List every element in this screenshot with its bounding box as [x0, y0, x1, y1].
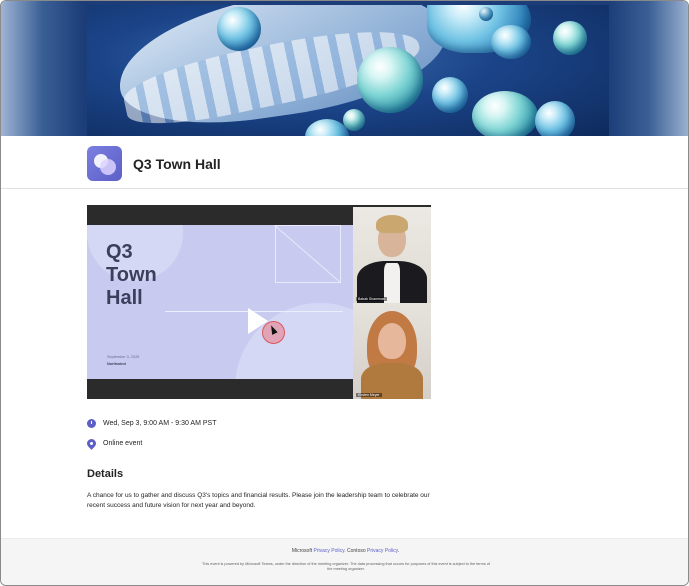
location-pin-icon	[85, 436, 98, 450]
event-banner	[1, 1, 688, 136]
bubble-decoration	[491, 25, 531, 59]
event-video-player[interactable]: Q3 Town Hall September 3, 2025 Northwind…	[87, 205, 431, 399]
presentation-slide: Q3 Town Hall September 3, 2025 Northwind	[87, 225, 353, 379]
slide-org: Northwind	[107, 362, 126, 366]
footer-microsoft-label: Microsoft	[291, 548, 313, 554]
footer-disclaimer: This event is powered by Microsoft Teams…	[202, 562, 490, 571]
bubble-decoration	[217, 7, 261, 51]
event-page: Q3 Town Hall Q3 Town Hall September 3, 2…	[0, 0, 689, 586]
participant-name: Kirsten Meyer	[356, 393, 382, 397]
event-header: Q3 Town Hall	[1, 136, 688, 189]
bubble-decoration	[357, 47, 423, 113]
footer-period: .	[397, 548, 400, 554]
banner-image	[87, 5, 609, 136]
details-heading: Details	[87, 468, 124, 480]
page-footer: Microsoft Privacy Policy. Contoso Privac…	[1, 538, 688, 585]
bubble-decoration	[343, 109, 365, 131]
footer-privacy-links: Microsoft Privacy Policy. Contoso Privac…	[1, 548, 688, 554]
slide-title: Q3 Town Hall	[106, 241, 157, 309]
event-datetime-row: Wed, Sep 3, 9:00 AM - 9:30 AM PST	[87, 415, 216, 431]
event-datetime: Wed, Sep 3, 9:00 AM - 9:30 AM PST	[103, 419, 217, 427]
event-location: Online event	[103, 439, 143, 447]
event-location-row: Online event	[85, 435, 143, 451]
participant-name: Babak Shammas	[356, 297, 387, 301]
bubble-decoration	[535, 101, 575, 136]
bubble-decoration	[432, 77, 468, 113]
bubble-decoration	[472, 91, 538, 136]
slide-date: September 3, 2025	[107, 355, 140, 359]
bubble-decoration	[479, 7, 493, 21]
bubble-decoration	[553, 21, 587, 55]
microsoft-privacy-link[interactable]: Privacy Policy	[313, 548, 344, 554]
details-description: A chance for us to gather and discuss Q3…	[87, 492, 430, 509]
contoso-privacy-link[interactable]: Privacy Policy	[367, 548, 398, 554]
participant-video: Babak Shammas	[353, 207, 431, 303]
participant-video: Kirsten Meyer	[353, 303, 431, 399]
clock-icon	[87, 418, 96, 428]
footer-contoso-label: . Contoso	[344, 548, 366, 554]
teams-events-icon	[87, 146, 122, 181]
event-title: Q3 Town Hall	[133, 156, 221, 172]
